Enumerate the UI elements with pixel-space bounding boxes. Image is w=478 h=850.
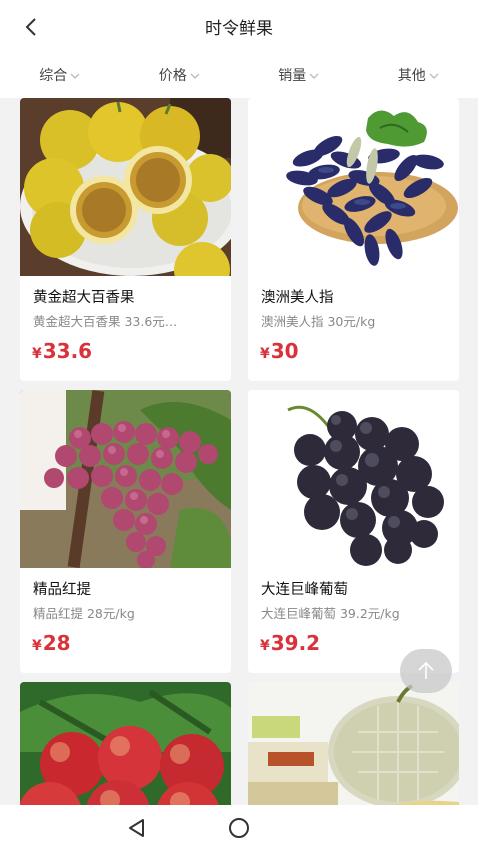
triangle-back-icon	[129, 819, 144, 837]
currency-symbol: ¥	[32, 638, 42, 654]
circle-home-icon	[229, 818, 249, 838]
app-header: 时令鲜果	[0, 0, 478, 52]
filter-composite[interactable]: 综合	[0, 52, 120, 98]
product-name: 黄金超大百香果	[33, 290, 135, 306]
product-price: ¥28	[32, 631, 231, 655]
product-desc: 黄金超大百香果 33.6元…	[33, 314, 178, 329]
red-grape-image	[20, 390, 231, 568]
product-card[interactable]	[20, 682, 231, 805]
currency-symbol: ¥	[32, 346, 42, 362]
product-card[interactable]: 澳洲美人指 澳洲美人指 30元/kg ¥30	[248, 98, 459, 381]
nectarine-image	[20, 682, 231, 805]
chevron-down-icon	[70, 73, 80, 79]
product-grid: 黄金超大百香果 黄金超大百香果 33.6元… ¥33.6 澳洲美人指 澳洲美人指…	[0, 98, 478, 805]
page-title: 时令鲜果	[205, 19, 273, 39]
product-desc: 大连巨峰葡萄 39.2元/kg	[261, 606, 400, 621]
chevron-down-icon	[190, 73, 200, 79]
filter-bar: 综合 价格 销量 其他	[0, 52, 478, 98]
price-value: 28	[42, 631, 71, 655]
filter-sales[interactable]: 销量	[239, 52, 359, 98]
currency-symbol: ¥	[260, 638, 270, 654]
arrow-up-icon	[418, 661, 434, 679]
product-desc: 精品红提 28元/kg	[33, 606, 135, 621]
product-card[interactable]: 大连巨峰葡萄 大连巨峰葡萄 39.2元/kg ¥39.2	[248, 390, 459, 673]
product-desc: 澳洲美人指 30元/kg	[261, 314, 376, 329]
kyoho-grape-image	[248, 390, 459, 568]
price-value: 30	[270, 339, 299, 363]
product-name: 大连巨峰葡萄	[261, 582, 348, 598]
product-price: ¥33.6	[32, 339, 231, 363]
price-value: 39.2	[270, 631, 321, 655]
filter-label: 销量	[278, 68, 307, 84]
filter-label: 其他	[397, 68, 426, 84]
filter-other[interactable]: 其他	[359, 52, 478, 98]
product-card[interactable]: 黄金超大百香果 黄金超大百香果 33.6元… ¥33.6	[20, 98, 231, 381]
price-value: 33.6	[42, 339, 93, 363]
currency-symbol: ¥	[260, 346, 270, 362]
product-card[interactable]: 精品红提 精品红提 28元/kg ¥28	[20, 390, 231, 673]
scroll-to-top-button[interactable]	[400, 649, 452, 693]
system-nav-bar	[0, 805, 478, 850]
product-price: ¥30	[260, 339, 459, 363]
filter-price[interactable]: 价格	[120, 52, 240, 98]
filter-label: 价格	[158, 68, 187, 84]
chevron-down-icon	[309, 73, 319, 79]
nav-back-button[interactable]	[126, 817, 148, 843]
melon-image	[248, 682, 459, 805]
passion-fruit-image	[20, 98, 231, 276]
product-name: 精品红提	[33, 582, 91, 598]
product-card[interactable]	[248, 682, 459, 805]
product-name: 澳洲美人指	[261, 290, 334, 306]
chevron-down-icon	[429, 73, 439, 79]
finger-grape-image	[248, 98, 459, 276]
filter-label: 综合	[39, 68, 68, 84]
nav-home-button[interactable]	[227, 817, 251, 843]
